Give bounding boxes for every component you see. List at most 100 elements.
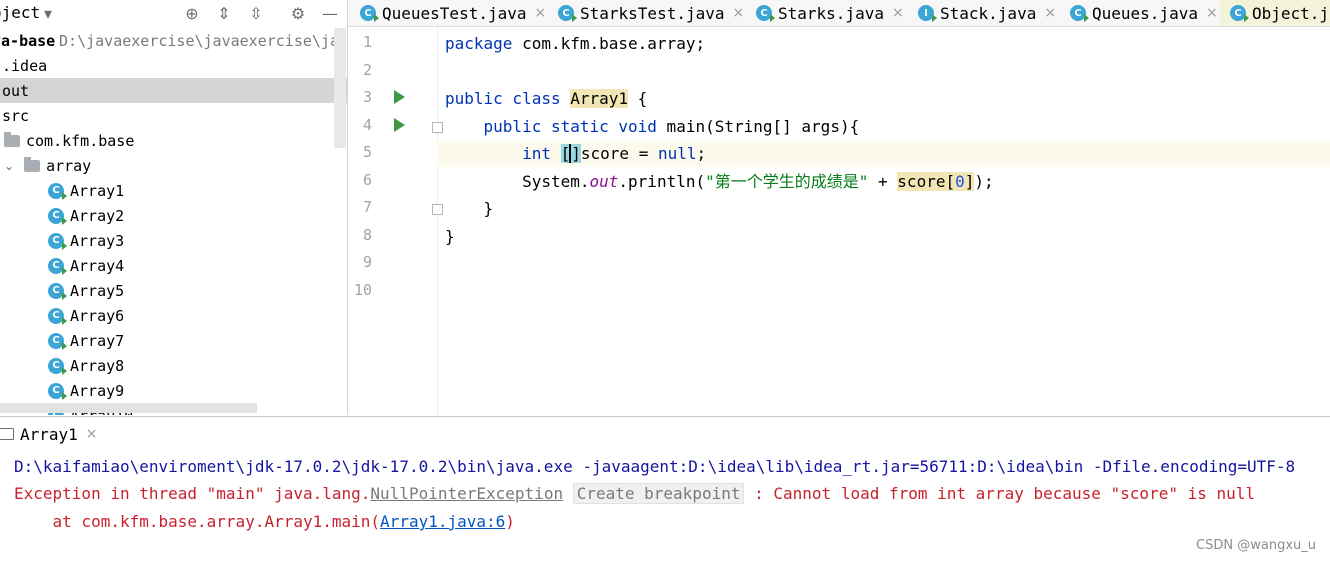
- tree-item-out[interactable]: out: [0, 78, 347, 103]
- locate-icon[interactable]: ⊕: [182, 3, 202, 23]
- chevron-down-icon[interactable]: ▾: [38, 3, 58, 23]
- tree-item-label: Array4: [70, 256, 125, 275]
- tab-label: Stack.java: [940, 3, 1037, 23]
- stack-suffix: ): [505, 512, 515, 531]
- tree-item-array[interactable]: ⌄ array: [0, 153, 347, 178]
- code-token: {: [628, 89, 648, 108]
- console-icon: [0, 428, 14, 440]
- package-icon: [4, 131, 20, 147]
- tree-item-array6[interactable]: C Array6: [0, 303, 347, 328]
- tab-label: Queues.java: [1092, 3, 1198, 23]
- code-token: "第一个学生的成绩是": [705, 172, 869, 191]
- run-tab[interactable]: Array1 ×: [0, 422, 98, 446]
- line-number: 2: [362, 61, 372, 79]
- tree-item-idea[interactable]: .idea: [0, 53, 347, 78]
- tab-queues[interactable]: C Queues.java ×: [1070, 0, 1218, 26]
- close-icon[interactable]: ×: [733, 5, 745, 21]
- project-horizontal-scrollbar[interactable]: [0, 403, 257, 413]
- java-class-icon: C: [48, 382, 67, 400]
- tree-item-label: Array2: [70, 206, 125, 225]
- java-class-icon: C: [48, 307, 67, 325]
- java-class-icon: C: [48, 182, 67, 200]
- line-number: 1: [362, 33, 372, 51]
- tab-starks[interactable]: C Starks.java ×: [756, 0, 904, 26]
- project-toolbar: oject ▾ ⊕ ⇕ ⇳ ⚙ —: [0, 0, 347, 26]
- close-icon[interactable]: ×: [1044, 5, 1056, 21]
- editor-gutter: 1 2 3 4 5 6 7 8 9 10: [348, 27, 443, 415]
- tree-item-com-kfm-base[interactable]: com.kfm.base: [0, 128, 347, 153]
- code-token: package: [445, 34, 513, 53]
- stack-prefix: at com.kfm.base.array.Array1.main(: [14, 512, 381, 531]
- tree-item-array2[interactable]: C Array2: [0, 203, 347, 228]
- java-class-icon: C: [1070, 5, 1089, 22]
- tree-item-label: Array3: [70, 231, 125, 250]
- gear-icon[interactable]: ⚙: [288, 3, 308, 23]
- line-number: 5: [362, 143, 372, 161]
- tab-stack[interactable]: I Stack.java ×: [918, 0, 1056, 26]
- code-token: ;: [696, 144, 707, 163]
- code-line-3: public class Array1 {: [445, 85, 1330, 112]
- close-icon[interactable]: ×: [1206, 5, 1218, 21]
- collapse-all-icon[interactable]: ⇳: [246, 3, 266, 23]
- tree-item-label: out: [2, 81, 30, 100]
- tree-item-array4[interactable]: C Array4: [0, 253, 347, 278]
- tree-item-label: Array6: [70, 306, 125, 325]
- java-class-icon: C: [48, 332, 67, 350]
- tree-item-array7[interactable]: C Array7: [0, 328, 347, 353]
- stack-source-link[interactable]: Array1.java:6: [380, 512, 505, 531]
- console-exception-line: Exception in thread "main" java.lang.Nul…: [14, 483, 1256, 504]
- line-number: 6: [362, 171, 372, 189]
- minimize-icon[interactable]: —: [320, 3, 340, 23]
- chevron-down-icon[interactable]: ⌄: [4, 159, 14, 173]
- line-number: 9: [362, 253, 372, 271]
- project-title[interactable]: oject: [0, 3, 40, 22]
- tab-starkstest[interactable]: C StarksTest.java ×: [558, 0, 744, 26]
- close-icon[interactable]: ×: [86, 426, 98, 442]
- create-breakpoint-button[interactable]: Create breakpoint: [572, 483, 745, 504]
- fold-icon[interactable]: [432, 122, 443, 133]
- console-command-line: D:\kaifamiao\enviroment\jdk-17.0.2\jdk-1…: [14, 457, 1296, 476]
- exception-class-link[interactable]: NullPointerException: [370, 484, 563, 503]
- tab-queuestest[interactable]: C QueuesTest.java ×: [360, 0, 546, 26]
- line-number: 8: [362, 226, 372, 244]
- tree-item-label: Array8: [70, 356, 125, 375]
- code-token: ]: [964, 172, 975, 191]
- code-token: public static void: [483, 117, 657, 136]
- watermark: CSDN @wangxu_u: [1196, 538, 1316, 553]
- fold-icon[interactable]: [432, 204, 443, 215]
- code-line-4: public static void main(String[] args){: [445, 113, 1330, 140]
- project-vertical-scrollbar[interactable]: [334, 28, 346, 148]
- java-class-icon: C: [48, 282, 67, 300]
- java-class-icon: C: [756, 5, 775, 22]
- tree-item-array5[interactable]: C Array5: [0, 278, 347, 303]
- tree-item-src[interactable]: src: [0, 103, 347, 128]
- tree-item-label: Array1: [70, 181, 125, 200]
- run-class-icon[interactable]: [394, 90, 405, 104]
- tab-object[interactable]: C Object.ja: [1220, 0, 1330, 26]
- project-root-row[interactable]: va-base D:\javaexercise\javaexercise\ja: [0, 28, 339, 53]
- code-token: .println(: [618, 172, 706, 191]
- tree-item-array8[interactable]: C Array8: [0, 353, 347, 378]
- close-icon[interactable]: ×: [535, 5, 547, 21]
- tree-item-label: Array5: [70, 281, 125, 300]
- close-icon[interactable]: ×: [892, 5, 904, 21]
- project-root-name: va-base: [0, 31, 56, 50]
- exception-message: : Cannot load from int array because "sc…: [744, 484, 1256, 503]
- run-tab-label: Array1: [20, 424, 78, 444]
- code-line-1: package com.kfm.base.array;: [445, 30, 1330, 57]
- project-root-path: D:\javaexercise\javaexercise\ja: [59, 31, 339, 50]
- tree-item-label: Array9: [70, 381, 125, 400]
- java-class-icon: C: [360, 5, 379, 22]
- code-editor[interactable]: 1 2 3 4 5 6 7 8 9 10 package com.kfm.bas…: [348, 27, 1330, 415]
- tree-item-array1[interactable]: C Array1: [0, 178, 347, 203]
- tree-item-array3[interactable]: C Array3: [0, 228, 347, 253]
- code-line-7: }: [445, 195, 1330, 222]
- tree-item-array9[interactable]: C Array9: [0, 378, 347, 403]
- java-class-icon: C: [48, 232, 67, 250]
- tab-label: Object.ja: [1252, 3, 1330, 23]
- package-icon: [24, 156, 41, 172]
- expand-all-icon[interactable]: ⇕: [214, 3, 234, 23]
- tree-item-label: Array7: [70, 331, 125, 350]
- run-main-icon[interactable]: [394, 118, 405, 132]
- code-token: out: [589, 172, 619, 191]
